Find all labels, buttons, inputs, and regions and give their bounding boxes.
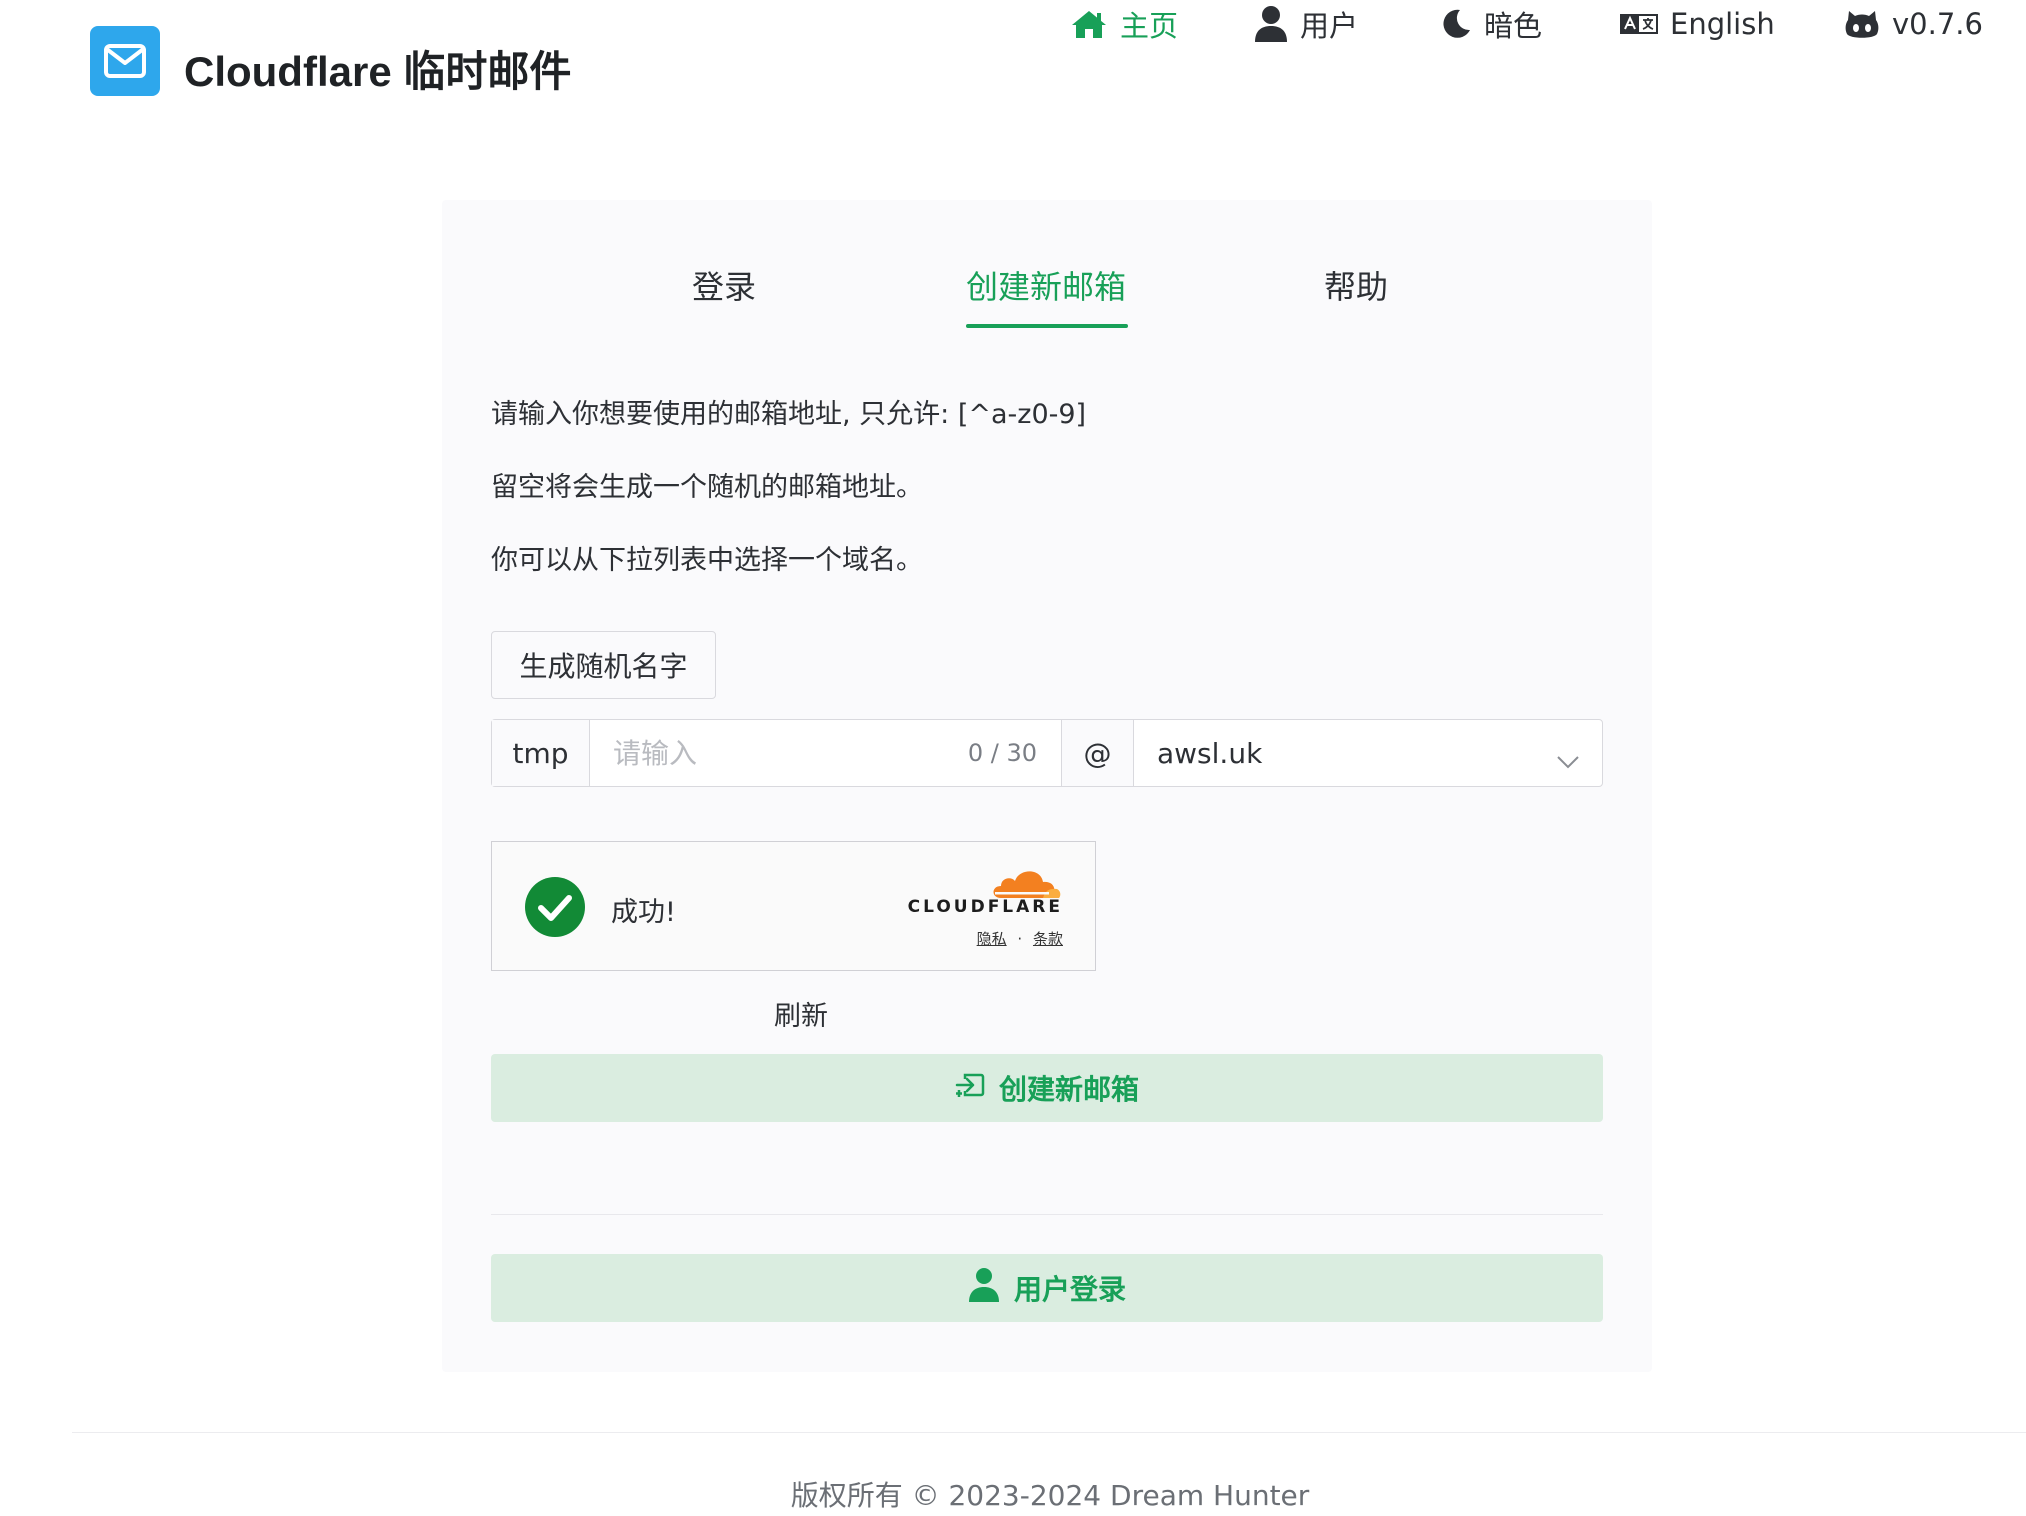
captcha-widget[interactable]: 成功! CLOUDFLARE 隐私 · 条款 <box>491 841 1096 971</box>
email-prefix: tmp <box>492 720 590 786</box>
user-login-button[interactable]: 用户登录 <box>491 1254 1603 1322</box>
main-card: 登录 创建新邮箱 帮助 请输入你想要使用的邮箱地址, 只允许: [^a-z0-9… <box>442 200 1652 1372</box>
description-line-2: 留空将会生成一个随机的邮箱地址。 <box>491 472 923 503</box>
user-icon <box>968 1267 1000 1310</box>
nav-language-button[interactable]: English <box>1620 0 1775 48</box>
description-line-1: 请输入你想要使用的邮箱地址, 只允许: [^a-z0-9] <box>491 399 1087 430</box>
tab-help[interactable]: 帮助 <box>1324 262 1388 308</box>
tab-create-mailbox[interactable]: 创建新邮箱 <box>966 262 1126 308</box>
login-arrow-icon <box>955 1071 985 1106</box>
tab-bar: 登录 创建新邮箱 帮助 <box>442 200 1652 330</box>
nav-user-label: 用户 <box>1300 9 1359 43</box>
email-name-field[interactable]: 0 / 30 <box>590 720 1062 786</box>
success-check-icon <box>524 876 586 942</box>
captcha-status: 成功! <box>611 897 676 928</box>
domain-select-value: awsl.uk <box>1157 736 1263 770</box>
nav-dark-label: 暗色 <box>1484 9 1543 43</box>
character-counter: 0 / 30 <box>967 739 1037 767</box>
description-line-3: 你可以从下拉列表中选择一个域名。 <box>491 545 923 576</box>
nav-home-button[interactable]: 主页 <box>1070 0 1178 48</box>
tab-login[interactable]: 登录 <box>692 262 756 308</box>
translate-icon <box>1620 12 1658 36</box>
nav-dark-mode-toggle[interactable]: 暗色 <box>1440 0 1542 48</box>
privacy-link[interactable]: 隐私 <box>977 930 1007 948</box>
nav-language-label: English <box>1670 7 1775 41</box>
terms-link[interactable]: 条款 <box>1033 930 1063 948</box>
nav-user-button[interactable]: 用户 <box>1254 0 1358 48</box>
footer-divider <box>72 1432 2026 1433</box>
at-symbol: @ <box>1062 720 1134 786</box>
user-login-label: 用户登录 <box>1013 1273 1126 1306</box>
generate-random-name-button[interactable]: 生成随机名字 <box>491 631 716 699</box>
section-divider <box>491 1214 1603 1215</box>
links-separator: · <box>1017 930 1023 948</box>
cloudflare-wordmark: CLOUDFLARE <box>907 897 1063 917</box>
captcha-links: 隐私 · 条款 <box>977 928 1063 949</box>
mail-logo-icon[interactable] <box>90 26 160 96</box>
email-address-input-group: tmp 0 / 30 @ awsl.uk <box>491 719 1603 787</box>
home-icon <box>1070 8 1108 40</box>
create-mailbox-label: 创建新邮箱 <box>998 1073 1139 1106</box>
chevron-down-icon <box>1556 744 1580 777</box>
footer-copyright: 版权所有 © 2023-2024 Dream Hunter <box>790 1479 1310 1512</box>
nav-github-link[interactable]: v0.7.6 <box>1844 0 1983 48</box>
github-icon <box>1844 7 1880 41</box>
moon-icon <box>1440 8 1472 40</box>
user-icon <box>1254 5 1288 43</box>
active-tab-indicator <box>966 324 1128 328</box>
domain-select[interactable]: awsl.uk <box>1134 720 1602 786</box>
create-mailbox-button[interactable]: 创建新邮箱 <box>491 1054 1603 1122</box>
captcha-refresh-button[interactable]: 刷新 <box>774 994 828 1033</box>
app-title: Cloudflare 临时邮件 <box>184 48 572 95</box>
nav-version-label: v0.7.6 <box>1892 7 1983 41</box>
nav-home-label: 主页 <box>1120 9 1179 43</box>
app-header: Cloudflare 临时邮件 主页 用户 暗色 English v0.7.6 <box>0 0 2026 130</box>
